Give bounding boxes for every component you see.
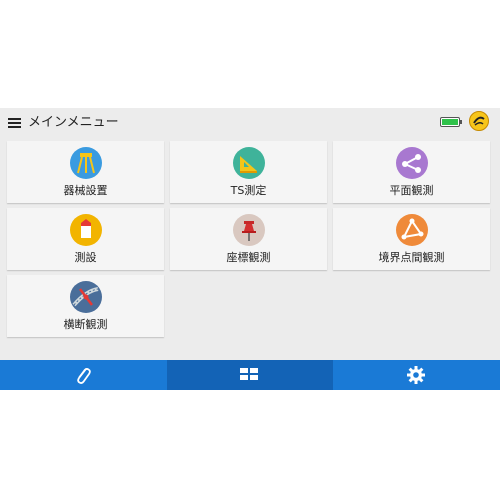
pushpin-icon (233, 214, 265, 246)
battery-icon (440, 117, 462, 127)
road-cross-icon (70, 281, 102, 313)
nav-settings[interactable] (333, 360, 500, 390)
tile-label: 器械設置 (63, 184, 108, 197)
hamburger-icon[interactable] (8, 118, 21, 129)
tile-ts-measurement[interactable]: TS測定 (170, 141, 327, 203)
nav-attachments[interactable] (0, 360, 167, 390)
grid-menu-icon (240, 368, 258, 380)
tile-label: 境界点間観測 (378, 251, 445, 264)
battery-level-fill (442, 119, 458, 125)
gear-icon (407, 366, 425, 384)
page-title: メインメニュー (28, 115, 119, 130)
stake-marker-icon (70, 214, 102, 246)
tile-label: 測設 (74, 251, 97, 264)
tile-label: 横断観測 (63, 318, 108, 331)
header-bar: メインメニュー (0, 108, 500, 138)
triangle-ruler-icon (233, 147, 265, 179)
tile-plane-observation[interactable]: 平面観測 (333, 141, 490, 203)
tile-label: TS測定 (230, 184, 267, 197)
nav-main-menu[interactable] (167, 360, 333, 390)
app-logo-icon[interactable] (469, 111, 489, 131)
boundary-triangle-icon (396, 214, 428, 246)
tile-coordinate-observation[interactable]: 座標観測 (170, 208, 327, 270)
tile-cross-section-observation[interactable]: 横断観測 (7, 275, 164, 337)
tripod-icon (70, 147, 102, 179)
tile-instrument-setup[interactable]: 器械設置 (7, 141, 164, 203)
bottom-navigation (0, 360, 500, 390)
connected-nodes-icon (396, 147, 428, 179)
tile-boundary-point-observation[interactable]: 境界点間観測 (333, 208, 490, 270)
main-menu-screen: メインメニュー 器械設置 TS測定 平面観測 測設 座標観測 境界点間観測 横断… (0, 108, 500, 390)
tile-staking-out[interactable]: 測設 (7, 208, 164, 270)
paperclip-icon (77, 368, 91, 384)
tile-label: 平面観測 (389, 184, 434, 197)
tile-label: 座標観測 (226, 251, 271, 264)
